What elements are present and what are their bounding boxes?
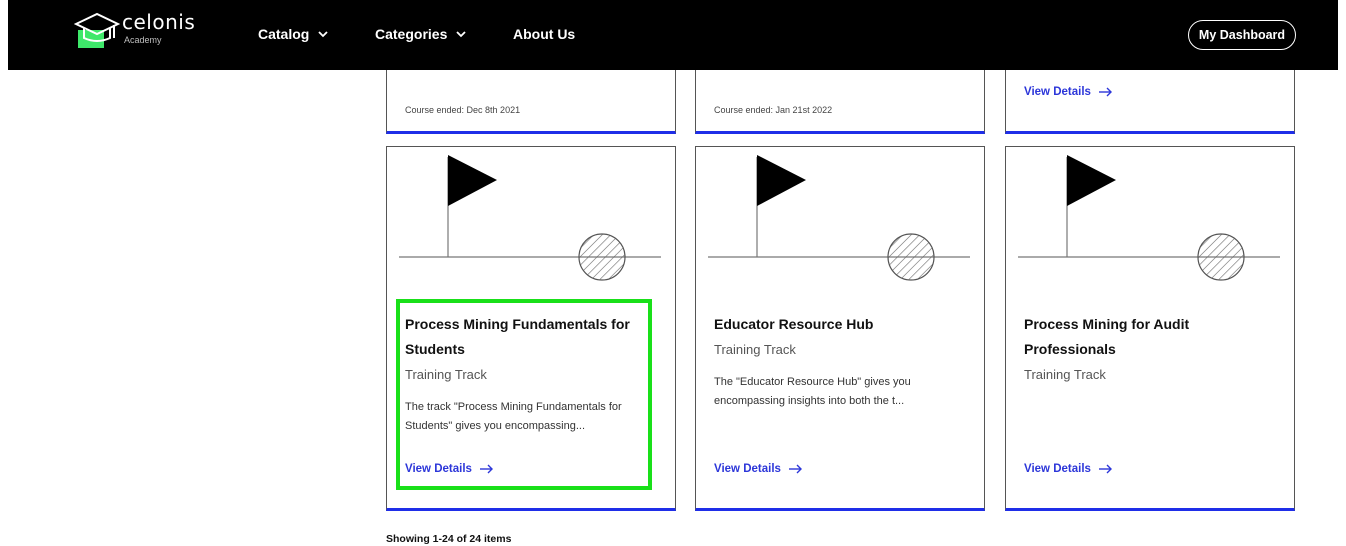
flag-goal-illustration [708,155,970,281]
flag-icon [448,155,497,206]
course-ended-date: Course ended: Dec 8th 2021 [405,105,521,115]
top-navigation-bar: celonis Academy Catalog Categories About… [8,0,1338,70]
course-card-partial: Course ended: Jan 21st 2022 [695,70,985,134]
nav-categories-label: Categories [375,26,448,42]
celonis-academy-logo[interactable]: celonis Academy [74,10,204,60]
flag-icon [757,155,806,206]
course-card-partial: Course ended: Dec 8th 2021 [386,70,676,134]
arrow-right-icon [1098,464,1112,474]
arrow-right-icon [1098,87,1112,97]
nav-about-us[interactable]: About Us [513,26,575,42]
view-details-link[interactable]: View Details [714,463,803,475]
card-description: The track "Process Mining Fundamentals f… [405,401,622,432]
hatched-circle-icon [578,233,626,281]
logo-subtitle: Academy [124,35,162,45]
nav-about-us-label: About Us [513,26,576,42]
course-card[interactable]: Educator Resource Hub Training Track The… [695,146,985,511]
course-card[interactable]: Process Mining for Audit Professionals T… [1005,146,1295,511]
view-details-label: View Details [405,463,472,475]
hatched-circle-icon [887,233,935,281]
items-count-text: Showing 1-24 of 24 items [386,533,512,545]
card-title: Process Mining for Audit Professionals [1024,316,1190,357]
graduation-cap-icon [74,12,120,48]
view-details-label: View Details [1024,86,1091,98]
nav-catalog[interactable]: Catalog [258,26,329,42]
view-details-link[interactable]: View Details [405,463,494,475]
view-details-link[interactable]: View Details [1024,86,1113,98]
card-subtitle: Training Track [1024,367,1106,382]
view-details-label: View Details [714,463,781,475]
flag-goal-illustration [1018,155,1280,281]
card-title: Process Mining Fundamentals for Students [405,316,630,357]
view-details-label: View Details [1024,463,1091,475]
hatched-circle-icon [1197,233,1245,281]
card-subtitle: Training Track [405,367,487,382]
chevron-down-icon [318,31,328,38]
view-details-link[interactable]: View Details [1024,463,1113,475]
my-dashboard-button[interactable]: My Dashboard [1188,20,1296,50]
arrow-right-icon [788,464,802,474]
flag-icon [1067,155,1116,206]
card-description: The "Educator Resource Hub" gives you en… [714,376,911,407]
course-ended-date: Course ended: Jan 21st 2022 [714,105,833,115]
logo-name: celonis [122,10,196,34]
flag-goal-illustration [399,155,661,281]
nav-catalog-label: Catalog [258,26,310,42]
card-title: Educator Resource Hub [714,316,874,332]
course-card-partial: View Details [1005,70,1295,134]
card-subtitle: Training Track [714,342,796,357]
chevron-down-icon [456,31,466,38]
arrow-right-icon [479,464,493,474]
nav-categories[interactable]: Categories [375,26,467,42]
course-card[interactable]: Process Mining Fundamentals for Students… [386,146,676,511]
